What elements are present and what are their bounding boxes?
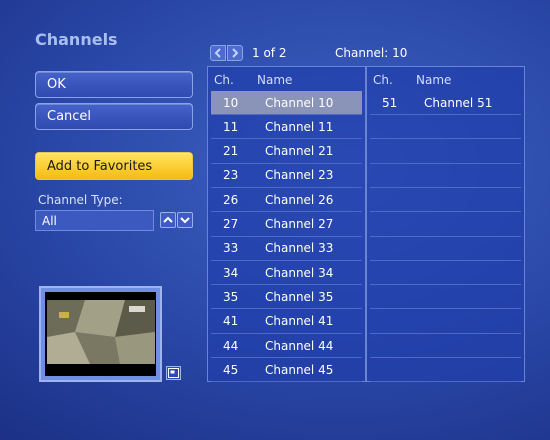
channel-row[interactable]: 41 Channel 41: [211, 310, 362, 334]
ok-button-label: OK: [47, 77, 66, 92]
chevron-left-icon: [214, 48, 221, 58]
chevron-down-icon: [180, 217, 190, 224]
channel-row[interactable]: 10 Channel 10: [211, 91, 362, 115]
page-indicator: 1 of 2: [252, 46, 287, 60]
channel-name: Channel 33: [265, 241, 334, 256]
channel-number: 41: [223, 314, 239, 329]
empty-row: [370, 285, 521, 310]
channel-name: Channel 27: [265, 217, 334, 231]
channel-name: Channel 11: [265, 119, 334, 134]
channel-name: Channel 41: [265, 314, 334, 329]
channel-number: 33: [223, 241, 239, 256]
video-preview[interactable]: [39, 286, 162, 382]
empty-row: [370, 237, 521, 261]
channel-row[interactable]: 27 Channel 27: [211, 213, 362, 237]
channel-row[interactable]: 26 Channel 26: [211, 188, 362, 213]
column-header-number: Ch.: [373, 73, 393, 87]
channel-row[interactable]: 23 Channel 23: [211, 164, 362, 188]
empty-row: [370, 213, 521, 237]
channel-number: 34: [223, 265, 239, 280]
channel-number: 35: [223, 289, 239, 304]
add-to-favorites-button[interactable]: Add to Favorites: [35, 152, 193, 180]
channel-row[interactable]: 45 Channel 45: [211, 358, 362, 383]
channel-name: Channel 10: [265, 95, 334, 110]
column-header-name: Name: [416, 73, 452, 87]
expand-glyph-icon: [168, 368, 179, 378]
cancel-button-label: Cancel: [47, 109, 92, 124]
channel-type-label: Channel Type:: [38, 193, 123, 207]
page-title: Channels: [35, 30, 118, 49]
empty-row: [370, 261, 521, 286]
channel-number: 26: [223, 192, 239, 207]
page-next-button[interactable]: [227, 45, 243, 61]
channel-number: 23: [223, 168, 239, 183]
channel-type-select[interactable]: All: [35, 210, 154, 231]
expand-icon[interactable]: [166, 366, 181, 380]
channel-list-left: Ch. Name 10 Channel 10 11 Channel 11 21 Chann…: [207, 66, 366, 383]
video-thumbnail-image: [45, 292, 156, 374]
channel-name: Channel 51: [424, 95, 493, 110]
channel-number: 44: [223, 338, 239, 353]
empty-row: [370, 140, 521, 164]
channel-number: 51: [382, 95, 398, 110]
channel-number: 45: [223, 362, 239, 377]
empty-row: [370, 164, 521, 188]
channel-number: 27: [223, 217, 239, 231]
channel-row[interactable]: 35 Channel 35: [211, 285, 362, 310]
ok-button[interactable]: OK: [35, 71, 193, 98]
channel-row[interactable]: 44 Channel 44: [211, 334, 362, 358]
channel-name: Channel 21: [265, 144, 334, 159]
channel-number: 10: [223, 95, 239, 110]
column-header-number: Ch.: [214, 73, 234, 87]
cancel-button[interactable]: Cancel: [35, 103, 193, 130]
channel-row[interactable]: 33 Channel 33: [211, 237, 362, 261]
add-to-favorites-label: Add to Favorites: [47, 158, 153, 174]
empty-row: [370, 115, 521, 140]
channel-name: Channel 45: [265, 362, 334, 377]
current-channel-indicator: Channel: 10: [335, 46, 408, 60]
channel-number: 21: [223, 144, 239, 159]
channel-type-up-button[interactable]: [160, 212, 176, 228]
channel-name: Channel 44: [265, 338, 334, 353]
video-preview-frame: [45, 292, 156, 376]
channel-name: Channel 34: [265, 265, 334, 280]
channel-type-value: All: [42, 213, 57, 228]
empty-row: [370, 188, 521, 213]
channel-number: 11: [223, 119, 239, 134]
empty-row: [370, 310, 521, 334]
empty-row: [370, 358, 521, 383]
channel-row[interactable]: 11 Channel 11: [211, 115, 362, 140]
channel-type-down-button[interactable]: [177, 212, 193, 228]
channel-row[interactable]: 34 Channel 34: [211, 261, 362, 286]
channel-row[interactable]: 21 Channel 21: [211, 140, 362, 164]
chevron-right-icon: [232, 48, 239, 58]
page-previous-button[interactable]: [210, 45, 226, 61]
channel-name: Channel 35: [265, 289, 334, 304]
column-header-name: Name: [257, 73, 293, 87]
chevron-up-icon: [163, 216, 173, 223]
channel-list-right: Ch. Name 51 Channel 51: [366, 66, 525, 383]
empty-row: [370, 334, 521, 358]
channel-name: Channel 23: [265, 168, 334, 183]
channel-row[interactable]: 51 Channel 51: [370, 91, 521, 115]
channel-name: Channel 26: [265, 192, 334, 207]
